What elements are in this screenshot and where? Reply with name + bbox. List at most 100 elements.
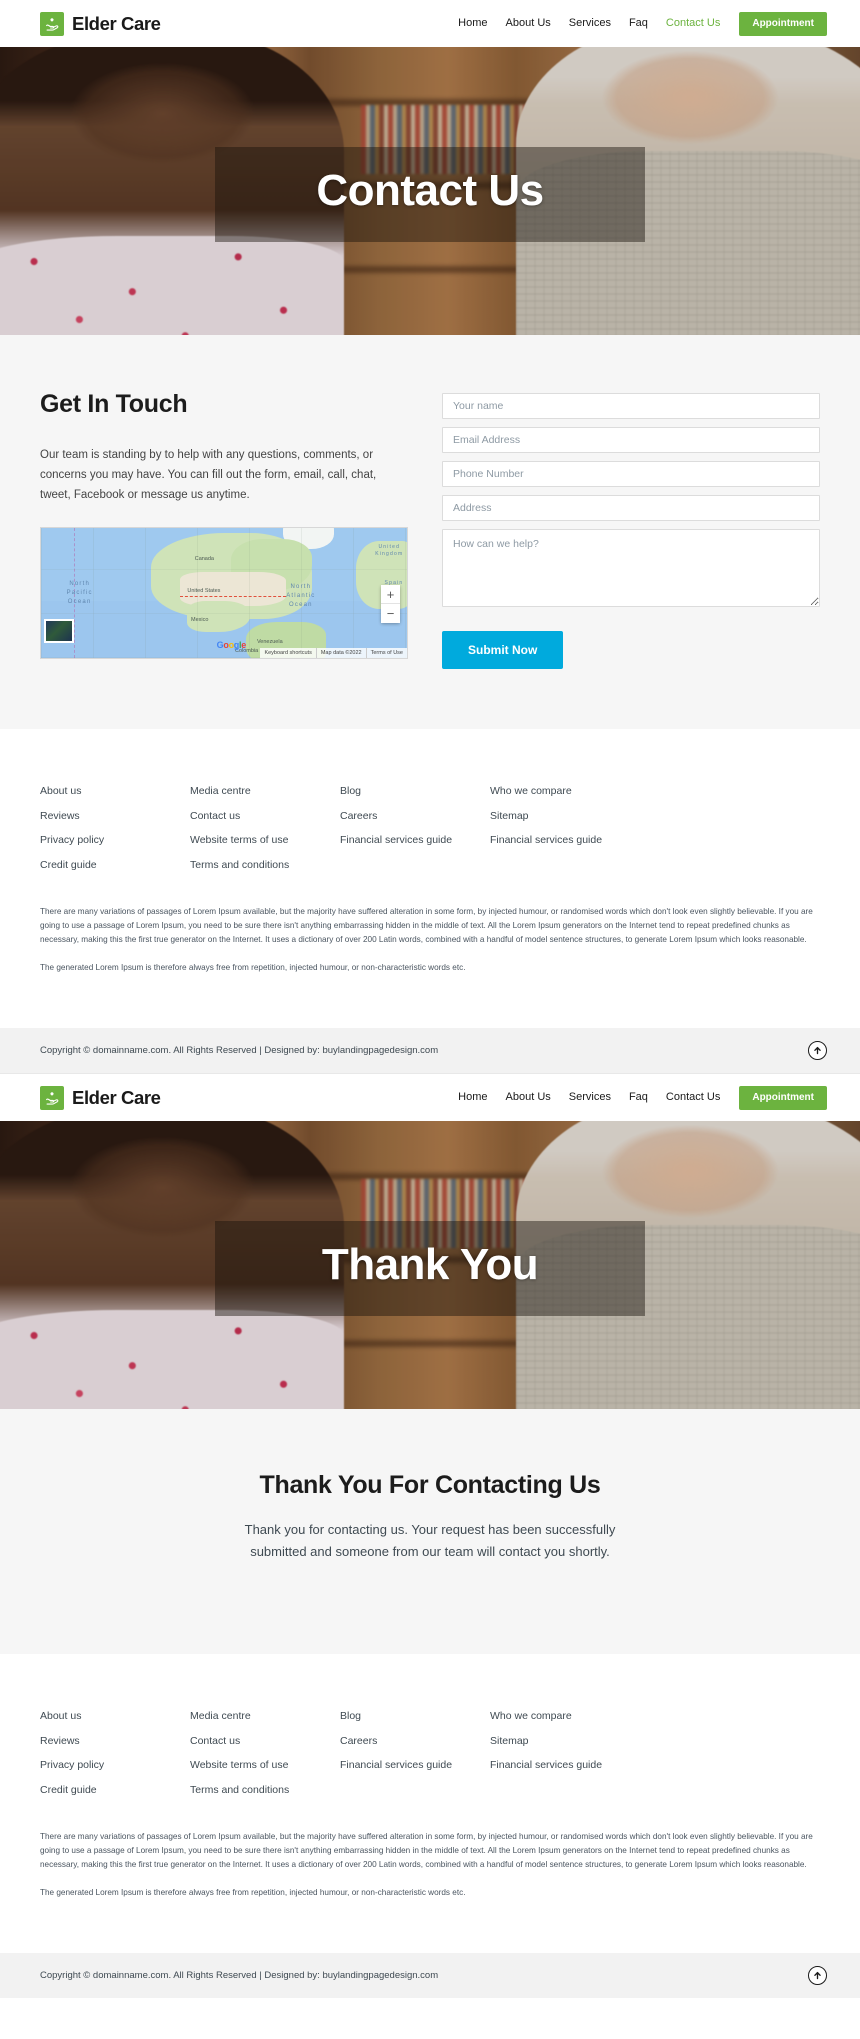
footer2-link-careers[interactable]: Careers (340, 1729, 490, 1754)
thank-you-message: Thank you for contacting us. Your reques… (244, 1522, 616, 1559)
footer-column: Blog Careers Financial services guide (340, 1704, 490, 1803)
copyright-text: Copyright © domainname.com. All Rights R… (40, 1045, 439, 1057)
map-keyboard-shortcuts[interactable]: Keyboard shortcuts (260, 648, 315, 658)
footer2-link-contact-us[interactable]: Contact us (190, 1729, 340, 1754)
arrow-up-circle-icon[interactable] (808, 1041, 827, 1061)
map-label-canada: Canada (194, 555, 214, 562)
map-label-north-atlantic-ocean: North Atlantic Ocean (286, 583, 316, 608)
footer-link-sitemap[interactable]: Sitemap (490, 804, 820, 829)
name-input[interactable] (442, 393, 820, 419)
map-satellite-thumbnail[interactable] (44, 619, 74, 644)
nav-item-faq[interactable]: Faq (620, 18, 657, 29)
site-header: Elder Care Home About Us Services Faq Co… (0, 0, 860, 47)
nav2-item-faq[interactable]: Faq (620, 1092, 657, 1103)
main-nav-2: Home About Us Services Faq Contact Us Ap… (449, 1085, 827, 1110)
get-in-touch-section: Get In Touch Our team is standing by to … (0, 335, 860, 729)
google-logo: Google (216, 640, 247, 651)
footer-link-terms-and-conditions[interactable]: Terms and conditions (190, 853, 340, 878)
nav-item-about-us[interactable]: About Us (497, 18, 560, 29)
section-title-get-in-touch: Get In Touch (40, 390, 188, 418)
footer2-link-sitemap[interactable]: Sitemap (490, 1729, 820, 1754)
footer-link-columns-2: About us Reviews Privacy policy Credit g… (40, 1704, 820, 1803)
hero-title-2: Thank You (321, 1240, 539, 1290)
hero-banner-thank-you: Thank You (0, 1121, 860, 1410)
footer2-link-blog[interactable]: Blog (340, 1704, 490, 1729)
site-footer: About us Reviews Privacy policy Credit g… (0, 729, 860, 1029)
footer-link-financial-services-guide[interactable]: Financial services guide (340, 828, 490, 853)
nav2-item-services[interactable]: Services (560, 1092, 620, 1103)
footer2-link-financial-services-guide-2[interactable]: Financial services guide (490, 1753, 820, 1778)
appointment-button-2[interactable]: Appointment (739, 1085, 827, 1110)
contact-info-column: Get In Touch Our team is standing by to … (40, 390, 415, 669)
footer2-link-website-terms-of-use[interactable]: Website terms of use (190, 1753, 340, 1778)
footer-column: About us Reviews Privacy policy Credit g… (40, 1704, 190, 1803)
phone-input[interactable] (442, 461, 820, 487)
hand-heart-icon (40, 11, 64, 36)
message-textarea[interactable] (442, 529, 820, 607)
footer-link-contact-us[interactable]: Contact us (190, 804, 340, 829)
footer-paragraph-1: There are many variations of passages of… (40, 906, 813, 945)
thank-you-title: Thank You For Contacting Us (259, 1471, 601, 1500)
footer-column: Media centre Contact us Website terms of… (190, 1704, 340, 1803)
footer-column: Blog Careers Financial services guide (340, 779, 490, 878)
brand-logo[interactable]: Elder Care (40, 11, 161, 36)
nav-item-services[interactable]: Services (560, 18, 620, 29)
footer-link-who-we-compare[interactable]: Who we compare (490, 779, 820, 804)
hand-heart-icon (40, 1085, 64, 1110)
submit-now-button[interactable]: Submit Now (442, 631, 564, 669)
map-terms-of-use[interactable]: Terms of Use (365, 648, 407, 659)
arrow-up-circle-icon[interactable] (808, 1966, 827, 1985)
nav2-item-home[interactable]: Home (449, 1092, 496, 1103)
map-label-mexico: Mexico (191, 616, 209, 623)
map-label-venezuela: Venezuela (256, 638, 283, 645)
footer-link-careers[interactable]: Careers (340, 804, 490, 829)
main-nav: Home About Us Services Faq Contact Us Ap… (449, 11, 827, 36)
hero-title: Contact Us (316, 166, 544, 215)
thank-you-section: Thank You For Contacting Us Thank you fo… (0, 1409, 860, 1654)
footer2-link-terms-and-conditions[interactable]: Terms and conditions (190, 1778, 340, 1803)
footer2-paragraph-2: The generated Lorem Ipsum is therefore a… (40, 1887, 466, 1897)
footer-link-media-centre[interactable]: Media centre (190, 779, 340, 804)
footer-column: Who we compare Sitemap Financial service… (490, 1704, 820, 1803)
brand-logo-2[interactable]: Elder Care (40, 1085, 161, 1110)
footer2-link-about-us[interactable]: About us (40, 1704, 190, 1729)
footer2-link-who-we-compare[interactable]: Who we compare (490, 1704, 820, 1729)
footer2-link-privacy-policy[interactable]: Privacy policy (40, 1753, 190, 1778)
map-label-united-states: United States (187, 588, 221, 595)
email-input[interactable] (442, 427, 820, 453)
map-data-credit: Map data ©2022 (315, 648, 366, 659)
footer2-link-reviews[interactable]: Reviews (40, 1729, 190, 1754)
copyright-bar: Copyright © domainname.com. All Rights R… (0, 1028, 860, 1074)
footer-column: Media centre Contact us Website terms of… (190, 779, 340, 878)
footer-link-credit-guide[interactable]: Credit guide (40, 853, 190, 878)
footer2-link-media-centre[interactable]: Media centre (190, 1704, 340, 1729)
map-zoom-in-button[interactable]: + (381, 585, 400, 605)
footer-link-blog[interactable]: Blog (340, 779, 490, 804)
copyright-bar-2: Copyright © domainname.com. All Rights R… (0, 1953, 860, 1998)
contact-page: Elder Care Home About Us Services Faq Co… (0, 0, 860, 1074)
footer-link-privacy-policy[interactable]: Privacy policy (40, 828, 190, 853)
footer-column: About us Reviews Privacy policy Credit g… (40, 779, 190, 878)
site-footer-2: About us Reviews Privacy policy Credit g… (0, 1653, 860, 1953)
google-map[interactable]: Canada United States Mexico Venezuela Co… (40, 527, 408, 660)
footer-link-financial-services-guide-2[interactable]: Financial services guide (490, 828, 820, 853)
footer2-link-credit-guide[interactable]: Credit guide (40, 1778, 190, 1803)
footer-link-website-terms-of-use[interactable]: Website terms of use (190, 828, 340, 853)
copyright-text-2: Copyright © domainname.com. All Rights R… (40, 1970, 439, 1981)
address-input[interactable] (442, 495, 820, 521)
footer2-link-financial-services-guide[interactable]: Financial services guide (340, 1753, 490, 1778)
site-header-2: Elder Care Home About Us Services Faq Co… (0, 1074, 860, 1122)
nav2-item-about-us[interactable]: About Us (497, 1092, 560, 1103)
appointment-button[interactable]: Appointment (739, 11, 827, 36)
map-attribution: Keyboard shortcuts Map data ©2022 Terms … (260, 648, 407, 659)
nav2-item-contact-us[interactable]: Contact Us (657, 1092, 729, 1103)
map-zoom-controls: + − (381, 585, 400, 624)
brand-name: Elder Care (72, 12, 161, 34)
map-zoom-out-button[interactable]: − (381, 604, 400, 624)
nav-item-home[interactable]: Home (449, 18, 496, 29)
footer-link-about-us[interactable]: About us (40, 779, 190, 804)
nav-item-contact-us[interactable]: Contact Us (657, 18, 729, 29)
footer-link-reviews[interactable]: Reviews (40, 804, 190, 829)
contact-description: Our team is standing by to help with any… (40, 449, 377, 501)
footer-column: Who we compare Sitemap Financial service… (490, 779, 820, 878)
